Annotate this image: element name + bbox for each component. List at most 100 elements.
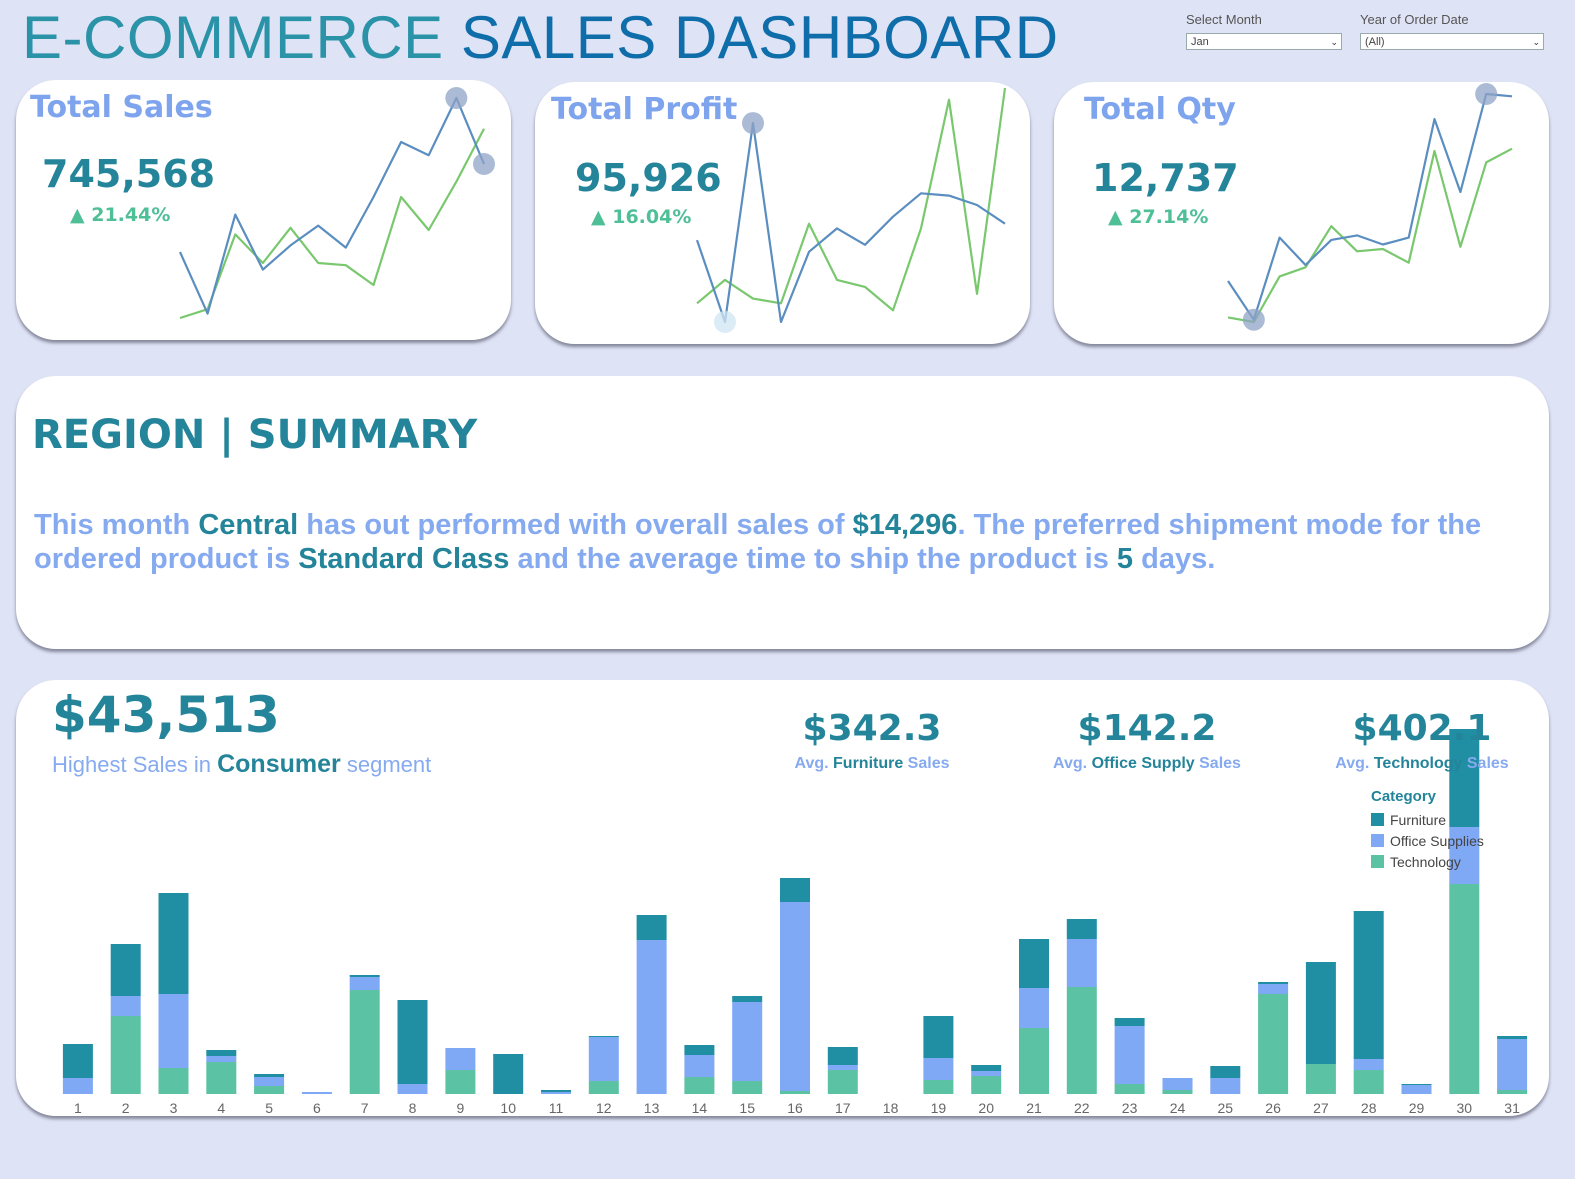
avg-category: Furniture: [833, 755, 904, 772]
summary-text-4: and the average time to ship the product…: [509, 543, 1117, 575]
bar-segment-technology: [1449, 884, 1480, 1094]
x-tick-label: 23: [1122, 1100, 1138, 1116]
sparkline-peak-marker: [1475, 83, 1498, 105]
x-tick-label: 28: [1361, 1100, 1377, 1116]
bar-segment-furniture: [1114, 1018, 1145, 1026]
bar-segment-office-supplies: [636, 940, 667, 1094]
avg-category: Office Supply: [1091, 755, 1195, 772]
bar-segment-office-supplies: [1066, 939, 1097, 987]
x-tick-label: 10: [500, 1100, 516, 1116]
title-part-2: SALES DASHBOARD: [460, 4, 1059, 71]
avg-technology-value: $402.1: [1352, 708, 1492, 749]
bar-segment-furniture: [493, 1054, 524, 1094]
kpi-card-total-qty[interactable]: Total Qty 12,737 ▲ 27.14%: [1054, 82, 1549, 344]
segment-caption-before: Highest Sales in: [52, 752, 218, 777]
bar-segment-furniture: [732, 996, 763, 1002]
bar-segment-office-supplies: [1162, 1078, 1193, 1090]
summary-text-5: days.: [1133, 543, 1216, 575]
x-tick-label: 20: [978, 1100, 994, 1116]
sparkline-current-period: [178, 96, 486, 315]
bar-segment-technology: [1066, 987, 1097, 1094]
x-tick-label: 22: [1074, 1100, 1090, 1116]
x-tick-label: 17: [835, 1100, 851, 1116]
segment-caption-after: segment: [340, 752, 432, 777]
avg-furniture-value: $342.3: [802, 708, 942, 749]
year-filter: Year of Order Date (All) ⌄: [1360, 12, 1544, 50]
bar-segment-furniture: [1066, 919, 1097, 939]
sparkline-previous-period: [179, 128, 485, 320]
bar-segment-furniture: [1353, 911, 1384, 1059]
bar-segment-furniture: [971, 1065, 1002, 1071]
bar-segment-technology: [827, 1070, 858, 1094]
title-part-1: E-COMMERCE: [22, 4, 444, 71]
bar-segment-technology: [684, 1077, 715, 1094]
sparkline-low-marker: [473, 153, 495, 175]
legend-item-technology[interactable]: Technology: [1371, 851, 1484, 872]
x-tick-label: 2: [122, 1100, 130, 1116]
x-tick-label: 30: [1457, 1100, 1473, 1116]
bar-segment-technology: [1114, 1084, 1145, 1094]
bar-segment-office-supplies: [206, 1056, 237, 1062]
bar-segment-furniture: [397, 1000, 428, 1084]
kpi-card-total-sales[interactable]: Total Sales 745,568 ▲ 21.44%: [16, 80, 511, 340]
bar-segment-technology: [588, 1081, 619, 1094]
bar-segment-furniture: [1305, 962, 1336, 1064]
bar-segment-technology: [1353, 1070, 1384, 1094]
avg-prefix: Avg.: [1335, 755, 1374, 772]
x-tick-label: 25: [1218, 1100, 1234, 1116]
bar-segment-furniture: [923, 1016, 954, 1058]
kpi-card-total-profit[interactable]: Total Profit 95,926 ▲ 16.04%: [535, 82, 1030, 344]
bar-segment-office-supplies: [827, 1065, 858, 1070]
bar-segment-furniture: [1210, 1066, 1241, 1078]
bar-segment-office-supplies: [923, 1058, 954, 1080]
bar-segment-furniture: [110, 944, 141, 996]
sparkline-chart[interactable]: [685, 82, 1030, 344]
bar-segment-technology: [732, 1081, 763, 1094]
dashboard-title: E-COMMERCE SALES DASHBOARD: [22, 2, 1059, 74]
chart-legend: Category Furniture Office Supplies Techn…: [1371, 788, 1484, 872]
avg-suffix: Sales: [1194, 755, 1241, 772]
bar-segment-technology: [1019, 1028, 1049, 1094]
bar-segment-furniture: [1497, 1036, 1528, 1039]
sparkline-chart[interactable]: [1204, 82, 1549, 344]
bar-segment-technology: [1258, 994, 1289, 1094]
bar-segment-furniture: [1401, 1084, 1432, 1085]
bar-segment-furniture: [349, 975, 380, 977]
bar-segment-office-supplies: [1019, 988, 1049, 1028]
x-tick-label: 12: [596, 1100, 612, 1116]
legend-item-office-supplies[interactable]: Office Supplies: [1371, 830, 1484, 851]
segment-name: Consumer: [217, 750, 341, 778]
top-region: Central: [198, 509, 299, 541]
bar-segment-furniture: [62, 1044, 93, 1078]
bar-segment-office-supplies: [971, 1071, 1002, 1076]
legend-swatch: [1371, 855, 1384, 868]
legend-swatch: [1371, 834, 1384, 847]
x-tick-label: 27: [1313, 1100, 1329, 1116]
avg-office-supply-label: Avg. Office Supply Sales: [1017, 755, 1277, 773]
sparkline-previous-period: [1227, 147, 1513, 324]
bar-segment-furniture: [1019, 939, 1049, 988]
chevron-down-icon: ⌄: [1330, 37, 1338, 47]
sparkline-chart[interactable]: [166, 80, 511, 340]
sparkline-current-period: [1227, 92, 1513, 321]
x-tick-label: 19: [931, 1100, 947, 1116]
year-select[interactable]: (All) ⌄: [1360, 33, 1544, 50]
bar-segment-technology: [349, 990, 380, 1094]
x-tick-label: 11: [549, 1100, 564, 1116]
x-tick-label: 18: [883, 1100, 899, 1116]
legend-item-furniture[interactable]: Furniture: [1371, 809, 1484, 830]
kpi-change: ▲ 21.44%: [70, 204, 171, 226]
bar-segment-office-supplies: [1401, 1085, 1432, 1094]
ship-mode: Standard Class: [298, 543, 510, 575]
kpi-change: ▲ 16.04%: [591, 206, 692, 228]
month-select[interactable]: Jan ⌄: [1186, 33, 1342, 50]
bar-segment-office-supplies: [349, 977, 380, 990]
bar-segment-technology: [971, 1076, 1002, 1094]
x-tick-label: 5: [265, 1100, 273, 1116]
x-tick-label: 6: [313, 1100, 321, 1116]
sparkline-low-marker: [714, 311, 736, 333]
bar-segment-technology: [923, 1080, 954, 1094]
bar-segment-office-supplies: [732, 1002, 763, 1081]
year-select-value: (All): [1365, 36, 1385, 48]
bar-segment-furniture: [254, 1074, 285, 1077]
